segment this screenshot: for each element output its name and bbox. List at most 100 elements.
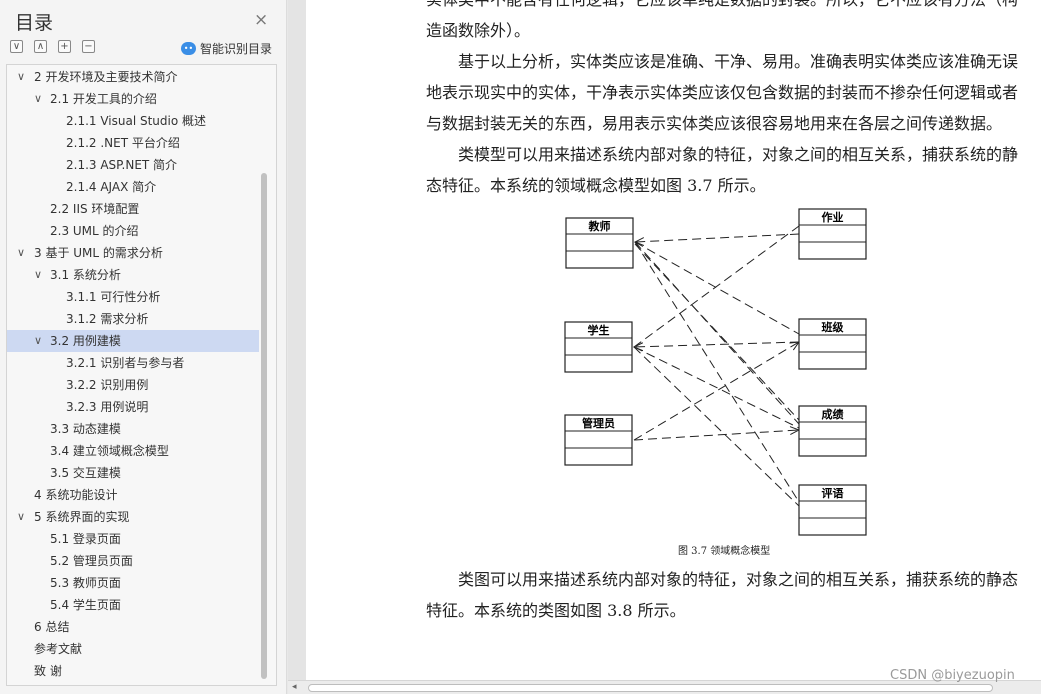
toc-item[interactable]: 2.1.3 ASP.NET 简介 xyxy=(7,154,259,176)
toc-item-label: 3.2.1 识别者与参与者 xyxy=(66,356,185,370)
toc-item[interactable]: 3.2.2 识别用例 xyxy=(7,374,259,396)
paragraph-2: 类模型可以用来描述系统内部对象的特征，对象之间的相互关系，捕获系统的静态特征。本… xyxy=(426,139,1031,201)
toc-item-label: 3.1 系统分析 xyxy=(50,268,121,282)
document-gutter xyxy=(288,0,306,694)
toc-item[interactable]: 5.4 学生页面 xyxy=(7,594,259,616)
toc-item-label: 3.4 建立领域概念模型 xyxy=(50,444,169,458)
toc-item-label: 5.3 教师页面 xyxy=(50,576,121,590)
paragraph-1-text: 基于以上分析，实体类应该是准确、干净、易用。准确表明实体类应该准确无误地表示现实… xyxy=(426,52,1019,133)
toc-item[interactable]: ∨ 3 基于 UML 的需求分析 xyxy=(7,242,259,264)
class-box: 作业 xyxy=(798,208,867,260)
toc-item-label: 5.1 登录页面 xyxy=(50,532,121,546)
toc-item-label: 2.1.3 ASP.NET 简介 xyxy=(66,158,178,172)
toc-item[interactable]: 3.3 动态建模 xyxy=(7,418,259,440)
toc-list: ∨ 2 开发环境及主要技术简介 ∨ 2.1 开发工具的介绍 2.1.1 Visual S… xyxy=(7,66,259,682)
toc-item-label: 2.2 IIS 环境配置 xyxy=(50,202,140,216)
toc-item[interactable]: 6 总结 xyxy=(7,616,259,638)
toc-item-label: 2.3 UML 的介绍 xyxy=(50,224,139,238)
toc-scroll-thumb[interactable] xyxy=(261,173,267,679)
toc-item-label: 5.4 学生页面 xyxy=(50,598,121,612)
chevron-down-icon[interactable]: ∨ xyxy=(33,88,43,110)
toc-item-label: 6 总结 xyxy=(34,620,70,634)
toc-item-label: 3.1.1 可行性分析 xyxy=(66,290,161,304)
toc-item[interactable]: ∨ 2.1 开发工具的介绍 xyxy=(7,88,259,110)
toc-panel: ∨ 2 开发环境及主要技术简介 ∨ 2.1 开发工具的介绍 2.1.1 Visual S… xyxy=(6,64,277,686)
toc-title: 目录 xyxy=(15,12,54,34)
dependency-edge xyxy=(633,346,800,429)
dependency-edge xyxy=(634,341,800,347)
smart-toc-label: 智能识别目录 xyxy=(200,42,273,56)
diagram-classes: 教师学生管理员 作业班级成绩评语 xyxy=(564,208,867,536)
class-box: 成绩 xyxy=(798,405,867,457)
remove-heading-icon[interactable]: − xyxy=(82,40,95,53)
paragraph-0: 实体类中不能含有任何逻辑，它应该单纯是数据的封装。所以，它不应该有方法（构造函数… xyxy=(426,0,1018,40)
class-name: 评语 xyxy=(822,486,844,500)
toc-item[interactable]: ∨ 3.2 用例建模 xyxy=(7,330,259,352)
chevron-down-icon[interactable]: ∨ xyxy=(33,264,43,286)
toc-item-label: 致 谢 xyxy=(34,664,62,678)
dependency-edge xyxy=(633,430,799,441)
toc-sidebar: 目录 × ∨ ∧ + − •• 智能识别目录 ∨ 2 开发环境及主要技术简介 ∨ 2.… xyxy=(0,0,287,694)
toc-item[interactable]: 3.2.3 用例说明 xyxy=(7,396,259,418)
figure-caption: 图 3.7 领域概念模型 xyxy=(678,546,771,557)
toc-item-label: 3 基于 UML 的需求分析 xyxy=(34,246,163,260)
horizontal-scroll-thumb[interactable] xyxy=(308,684,993,692)
paragraph-3-text: 类图可以用来描述系统内部对象的特征，对象之间的相互关系，捕获系统的静态特征。本系… xyxy=(426,570,1019,620)
toc-toolbar: ∨ ∧ + − xyxy=(10,40,95,53)
toc-item[interactable]: ∨ 2 开发环境及主要技术简介 xyxy=(7,66,259,88)
dependency-edge xyxy=(633,225,800,348)
toc-item[interactable]: 5.1 登录页面 xyxy=(7,528,259,550)
toc-item[interactable]: 3.4 建立领域概念模型 xyxy=(7,440,259,462)
toc-item-label: 2.1.1 Visual Studio 概述 xyxy=(66,114,207,128)
toc-item[interactable]: 2.1.2 .NET 平台介绍 xyxy=(7,132,259,154)
collapse-all-icon[interactable]: ∨ xyxy=(10,40,23,53)
toc-item[interactable]: 5.3 教师页面 xyxy=(7,572,259,594)
smart-toc-button[interactable]: •• 智能识别目录 xyxy=(181,40,272,57)
toc-item-label: 4 系统功能设计 xyxy=(34,488,118,502)
toc-item-label: 3.3 动态建模 xyxy=(50,422,121,436)
toc-item[interactable]: 2.1.1 Visual Studio 概述 xyxy=(7,110,259,132)
class-box: 学生 xyxy=(564,321,633,373)
document-page: 实体类中不能含有任何逻辑，它应该单纯是数据的封装。所以，它不应该有方法（构造函数… xyxy=(306,0,1041,680)
toc-item[interactable]: 2.3 UML 的介绍 xyxy=(7,220,259,242)
class-box: 评语 xyxy=(798,484,867,536)
chevron-down-icon[interactable]: ∨ xyxy=(16,506,26,528)
close-icon[interactable]: × xyxy=(254,10,268,30)
class-box: 管理员 xyxy=(564,414,633,466)
dependency-edge xyxy=(633,346,800,507)
dependency-edge xyxy=(633,342,799,441)
toc-item-label: 3.1.2 需求分析 xyxy=(66,312,149,326)
toc-item[interactable]: 3.2.1 识别者与参与者 xyxy=(7,352,259,374)
toc-item[interactable]: 2.1.4 AJAX 简介 xyxy=(7,176,259,198)
toc-scrollbar[interactable] xyxy=(259,65,271,685)
toc-item[interactable]: 参考文献 xyxy=(7,638,259,660)
chevron-down-icon[interactable]: ∨ xyxy=(33,330,43,352)
dependency-edge xyxy=(635,233,800,242)
toc-item[interactable]: 2.2 IIS 环境配置 xyxy=(7,198,259,220)
chevron-down-icon[interactable]: ∨ xyxy=(16,66,26,88)
expand-all-icon[interactable]: ∧ xyxy=(34,40,47,53)
class-box: 班级 xyxy=(798,318,867,370)
paragraph-2-text: 类模型可以用来描述系统内部对象的特征，对象之间的相互关系，捕获系统的静态特征。本… xyxy=(426,145,1019,195)
add-heading-icon[interactable]: + xyxy=(58,40,71,53)
toc-item[interactable]: 3.5 交互建模 xyxy=(7,462,259,484)
chevron-down-icon[interactable]: ∨ xyxy=(16,242,26,264)
toc-item[interactable]: 致 谢 xyxy=(7,660,259,682)
cloud-ai-icon: •• xyxy=(181,42,196,55)
toc-item[interactable]: 3.1.1 可行性分析 xyxy=(7,286,259,308)
toc-item[interactable]: ∨ 5 系统界面的实现 xyxy=(7,506,259,528)
class-box: 教师 xyxy=(565,217,634,269)
toc-item[interactable]: 4 系统功能设计 xyxy=(7,484,259,506)
scroll-left-icon[interactable]: ◂ xyxy=(292,682,297,692)
toc-item-label: 3.2 用例建模 xyxy=(50,334,121,348)
toc-item[interactable]: 5.2 管理员页面 xyxy=(7,550,259,572)
toc-item[interactable]: 3.1.2 需求分析 xyxy=(7,308,259,330)
toc-item-label: 2.1.2 .NET 平台介绍 xyxy=(66,136,180,150)
toc-item-label: 2.1.4 AJAX 简介 xyxy=(66,180,157,194)
domain-model-diagram: 教师学生管理员 作业班级成绩评语 xyxy=(564,208,867,536)
toc-item-label: 5.2 管理员页面 xyxy=(50,554,133,568)
toc-item-label: 2 开发环境及主要技术简介 xyxy=(34,70,178,84)
toc-item[interactable]: ∨ 3.1 系统分析 xyxy=(7,264,259,286)
class-name: 学生 xyxy=(588,323,610,337)
class-name: 成绩 xyxy=(822,407,844,421)
